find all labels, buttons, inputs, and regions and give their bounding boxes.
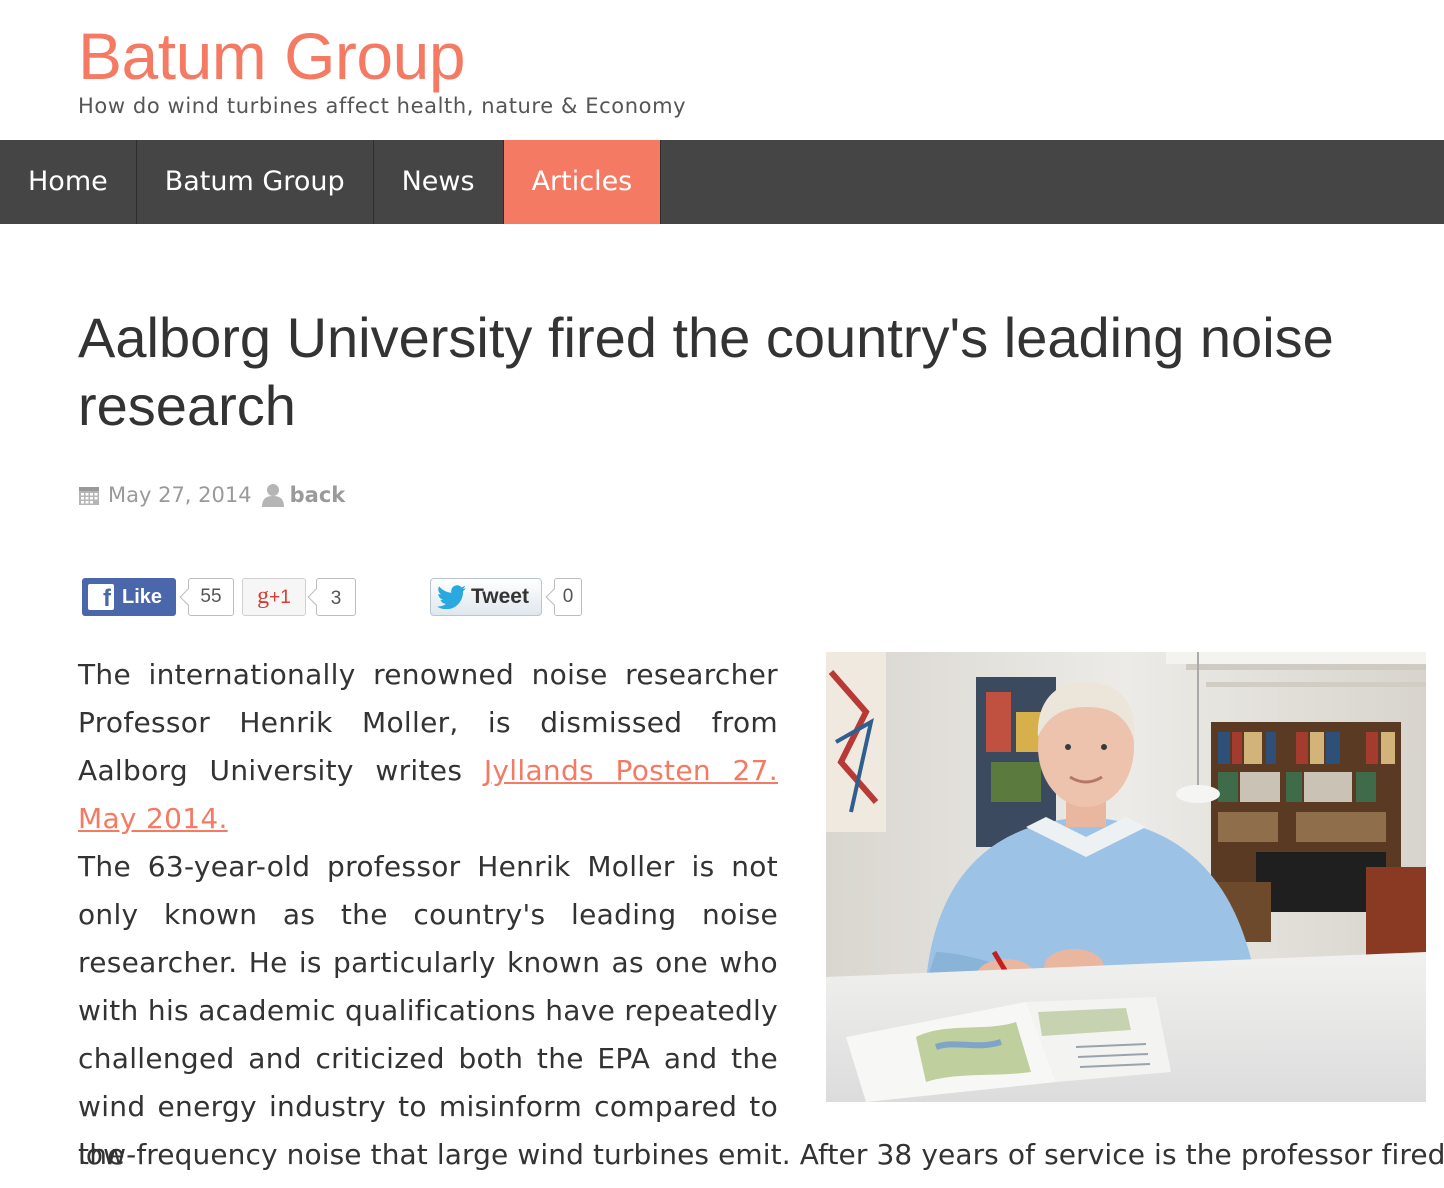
site-header: Batum Group How do wind turbines affect …	[0, 0, 1444, 140]
site-title[interactable]: Batum Group	[78, 18, 466, 94]
post-author-link[interactable]: back	[290, 483, 346, 507]
google-plus-icon: g	[257, 583, 270, 609]
facebook-like-label: Like	[122, 585, 163, 608]
main-nav: Home Batum Group News Articles	[0, 140, 1444, 224]
tweet-button[interactable]: Tweet	[430, 578, 542, 616]
tweet-label: Tweet	[471, 585, 529, 608]
nav-item-batum-group[interactable]: Batum Group	[137, 140, 374, 224]
nav-item-home[interactable]: Home	[0, 140, 137, 224]
google-plus-button[interactable]: g+1	[242, 578, 306, 616]
facebook-icon: f	[88, 584, 114, 610]
google-plus-label: +1	[269, 587, 291, 608]
facebook-like-count: 55	[188, 578, 234, 616]
article-photo	[826, 652, 1426, 1102]
nav-item-articles[interactable]: Articles	[503, 140, 662, 224]
site-tagline: How do wind turbines affect health, natu…	[78, 94, 687, 118]
article-paragraph-1: The internationally renowned noise resea…	[78, 651, 778, 843]
user-icon	[261, 484, 284, 507]
article-paragraph-2-continued: low-frequency noise that large wind turb…	[78, 1138, 1444, 1171]
post-title: Aalborg University fired the country's l…	[78, 306, 1334, 437]
google-plus-count: 3	[316, 578, 356, 616]
tweet-count: 0	[554, 578, 582, 616]
post-date: May 27, 2014	[108, 483, 252, 507]
article-paragraph-2: The 63-year-old professor Henrik Moller …	[78, 850, 778, 1171]
professor-photo	[826, 652, 1426, 1102]
facebook-like-button[interactable]: f Like	[82, 578, 176, 616]
nav-item-news[interactable]: News	[374, 140, 504, 224]
calendar-icon	[79, 487, 99, 505]
twitter-bird-icon	[437, 585, 466, 609]
post-meta: May 27, 2014 back	[78, 480, 345, 510]
